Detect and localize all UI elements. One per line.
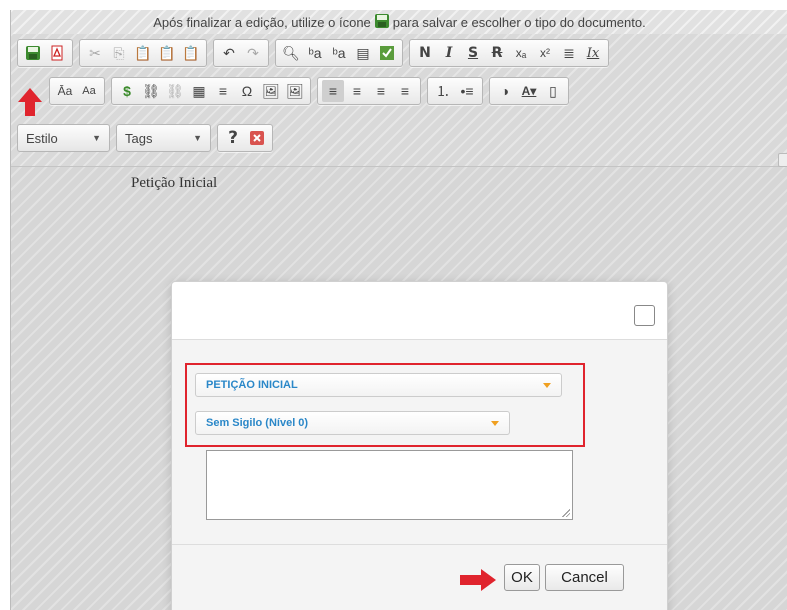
undo-icon[interactable]: ↶ xyxy=(218,42,240,64)
editor-frame: Após finalizar a edição, utilize o ícone… xyxy=(10,10,787,610)
save-dialog: PETIÇÃO INICIAL Sem Sigilo (Nível 0) OK … xyxy=(171,281,668,610)
paste-text-icon[interactable]: 📋 xyxy=(156,42,178,64)
dropdown-caret-icon xyxy=(491,420,499,426)
toolbar-row-3: Estilo ▼ Tags ▼ ? xyxy=(17,124,279,152)
toolbar-group-insert: $ ⛓ ⛓ ▦ ≡ Ω 🖼︎ 🖼︎ xyxy=(111,77,311,105)
toolbar-group-case: Āa Aa xyxy=(49,77,105,105)
find-icon[interactable]: 🔍︎ xyxy=(280,42,302,64)
toolbar-row-1: ✂ ⎘ 📋 📋 📋 ↶ ↷ 🔍︎ ᵇa ᵇa ▤ N I S R xₐ x² ≣… xyxy=(17,39,615,67)
export-pdf-button[interactable] xyxy=(46,42,68,64)
toolbar-collapse-button[interactable] xyxy=(778,153,787,167)
unlink-icon[interactable]: ⛓ xyxy=(164,80,186,102)
image-icon[interactable]: 🖼︎ xyxy=(260,80,282,102)
cut-icon[interactable]: ✂ xyxy=(84,42,106,64)
toolbar-group-help: ? xyxy=(217,124,273,152)
subscript-button[interactable]: xₐ xyxy=(510,42,532,64)
dialog-footer: OK Cancel xyxy=(172,544,667,610)
bulleted-list-icon[interactable]: •≡ xyxy=(456,80,478,102)
toolbar-group-find: 🔍︎ ᵇa ᵇa ▤ xyxy=(275,39,403,67)
red-arrow-right-icon xyxy=(460,569,496,591)
document-type-value: PETIÇÃO INICIAL xyxy=(206,379,298,391)
hint-text-after: para salvar e escolher o tipo do documen… xyxy=(392,14,646,30)
align-left-icon[interactable]: ≡ xyxy=(322,80,344,102)
toolbar-group-basicstyles: N I S R xₐ x² ≣ Ix xyxy=(409,39,609,67)
save-document-button[interactable] xyxy=(22,42,44,64)
chevron-down-icon: ▼ xyxy=(193,133,202,143)
image2-icon[interactable]: 🖼︎ xyxy=(284,80,306,102)
secrecy-level-select[interactable]: Sem Sigilo (Nível 0) xyxy=(195,411,510,435)
select-all-icon[interactable]: ▤ xyxy=(352,42,374,64)
underline-button[interactable]: S xyxy=(462,42,484,64)
text-color-icon[interactable]: A▾ xyxy=(518,80,540,102)
justify-icon[interactable]: ≣ xyxy=(558,42,580,64)
align-justify-icon[interactable]: ≡ xyxy=(394,80,416,102)
replace-all-icon[interactable]: ᵇa xyxy=(328,42,350,64)
change-case-icon[interactable]: Āa xyxy=(54,80,76,102)
special-char-icon[interactable]: Ω xyxy=(236,80,258,102)
redo-icon[interactable]: ↷ xyxy=(242,42,264,64)
dialog-header xyxy=(172,282,667,340)
toolbar-group-colors: ◑ A▾ ▯ xyxy=(489,77,569,105)
toolbar-group-file xyxy=(17,39,73,67)
numbered-list-icon[interactable]: ⒈ xyxy=(432,80,454,102)
spellcheck-icon[interactable] xyxy=(376,42,398,64)
help-button[interactable]: ? xyxy=(222,127,244,149)
italic-button[interactable]: I xyxy=(438,42,460,64)
toolbar-group-list: ⒈ •≡ xyxy=(427,77,483,105)
strikethrough-button[interactable]: R xyxy=(486,42,508,64)
style-combo-label: Estilo xyxy=(26,130,58,146)
bold-button[interactable]: N xyxy=(414,42,436,64)
hint-bar: Após finalizar a edição, utilize o ícone… xyxy=(11,10,787,34)
align-center-icon[interactable]: ≡ xyxy=(346,80,368,102)
cancel-button[interactable]: Cancel xyxy=(545,564,624,591)
contrast-icon[interactable]: ◑ xyxy=(494,80,516,102)
link-icon[interactable]: ⛓ xyxy=(140,80,162,102)
tags-combo-label: Tags xyxy=(125,130,153,146)
chevron-down-icon: ▼ xyxy=(92,133,101,143)
toolbar-row-2: Āa Aa $ ⛓ ⛓ ▦ ≡ Ω 🖼︎ 🖼︎ ≡ ≡ ≡ ≡ ⒈ •≡ ◑ A… xyxy=(49,77,575,105)
font-size-button[interactable]: Aa xyxy=(78,80,100,102)
save-icon xyxy=(374,13,390,32)
secrecy-level-value: Sem Sigilo (Nível 0) xyxy=(206,417,309,429)
copy-icon[interactable]: ⎘ xyxy=(108,42,130,64)
description-textarea[interactable] xyxy=(206,450,573,520)
toolbar-group-clipboard: ✂ ⎘ 📋 📋 📋 xyxy=(79,39,207,67)
toolbar-group-history: ↶ ↷ xyxy=(213,39,269,67)
align-right-icon[interactable]: ≡ xyxy=(370,80,392,102)
document-type-select[interactable]: PETIÇÃO INICIAL xyxy=(195,373,562,397)
source-icon[interactable]: ▯ xyxy=(542,80,564,102)
dollar-icon[interactable]: $ xyxy=(116,80,138,102)
dialog-close-button[interactable] xyxy=(634,305,655,326)
superscript-button[interactable]: x² xyxy=(534,42,556,64)
replace-icon[interactable]: ᵇa xyxy=(304,42,326,64)
red-arrow-up-icon xyxy=(18,88,42,116)
resize-handle-icon[interactable] xyxy=(562,509,570,517)
ok-button[interactable]: OK xyxy=(504,564,540,591)
toolbar-group-align: ≡ ≡ ≡ ≡ xyxy=(317,77,421,105)
hint-text-before: Após finalizar a edição, utilize o ícone xyxy=(153,14,371,30)
tags-combo[interactable]: Tags ▼ xyxy=(116,124,211,152)
close-editor-button[interactable] xyxy=(246,127,268,149)
remove-format-button[interactable]: Ix xyxy=(582,42,604,64)
style-combo[interactable]: Estilo ▼ xyxy=(17,124,110,152)
table-icon[interactable]: ▦ xyxy=(188,80,210,102)
editor-toolbar: ✂ ⎘ 📋 📋 📋 ↶ ↷ 🔍︎ ᵇa ᵇa ▤ N I S R xₐ x² ≣… xyxy=(11,34,787,167)
dropdown-caret-icon xyxy=(543,382,551,388)
horizontal-line-icon[interactable]: ≡ xyxy=(212,80,234,102)
document-text[interactable]: Petição Inicial xyxy=(131,175,217,192)
paste-icon[interactable]: 📋 xyxy=(132,42,154,64)
paste-word-icon[interactable]: 📋 xyxy=(180,42,202,64)
